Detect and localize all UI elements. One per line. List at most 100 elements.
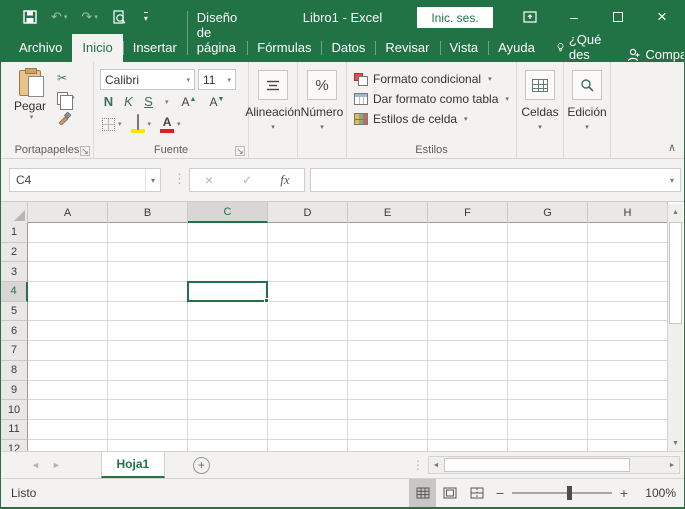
cell-a3[interactable] — [28, 262, 108, 282]
cell-g6[interactable] — [508, 321, 588, 341]
shrink-font-button[interactable]: A▼ — [209, 95, 224, 109]
tab-insertar[interactable]: Insertar — [123, 34, 187, 62]
borders-button[interactable]: ▾ — [102, 118, 122, 131]
cell-a2[interactable] — [28, 243, 108, 263]
collapse-ribbon-button[interactable]: ∧ — [668, 141, 676, 154]
enter-button[interactable]: ✓ — [228, 173, 266, 187]
share-button[interactable]: Compartir — [627, 47, 685, 62]
sheetbar-divider[interactable]: ⋮ — [412, 458, 424, 472]
cell-a4[interactable] — [28, 282, 108, 302]
row-header-2[interactable]: 2 — [1, 243, 28, 263]
cell-e9[interactable] — [348, 381, 428, 401]
cell-c10[interactable] — [188, 400, 268, 420]
normal-view-button[interactable] — [409, 479, 436, 508]
font-size-select[interactable]: 11▾ — [198, 69, 236, 90]
cell-d9[interactable] — [268, 381, 348, 401]
tab-dise-o-de-p-gina[interactable]: Diseño de página — [187, 4, 247, 62]
cell-e7[interactable] — [348, 341, 428, 361]
undo-button[interactable]: ↶▾ — [51, 9, 67, 25]
cell-d7[interactable] — [268, 341, 348, 361]
cell-b8[interactable] — [108, 361, 188, 381]
row-header-5[interactable]: 5 — [1, 302, 28, 322]
column-header-b[interactable]: B — [108, 202, 188, 223]
row-header-12[interactable]: 12 — [1, 440, 28, 451]
cell-c2[interactable] — [188, 243, 268, 263]
formula-bar-divider[interactable]: ⋮ — [173, 171, 186, 187]
insert-function-button[interactable]: fx — [266, 172, 304, 188]
cell-f10[interactable] — [428, 400, 508, 420]
cell-g12[interactable] — [508, 440, 588, 451]
row-header-10[interactable]: 10 — [1, 400, 28, 420]
cell-h7[interactable] — [588, 341, 668, 361]
next-sheet-button[interactable]: ► — [52, 460, 61, 470]
cell-a8[interactable] — [28, 361, 108, 381]
close-button[interactable]: × — [640, 0, 684, 34]
cell-f3[interactable] — [428, 262, 508, 282]
cell-a1[interactable] — [28, 223, 108, 243]
cell-g10[interactable] — [508, 400, 588, 420]
ribbon-display-options-button[interactable] — [508, 0, 552, 34]
cell-e8[interactable] — [348, 361, 428, 381]
customize-qat-button[interactable]: ▾ — [140, 12, 148, 23]
cell-a11[interactable] — [28, 420, 108, 440]
column-header-a[interactable]: A — [28, 202, 108, 223]
row-header-4[interactable]: 4 — [1, 282, 28, 302]
cell-b1[interactable] — [108, 223, 188, 243]
grow-font-button[interactable]: A▲ — [182, 95, 197, 109]
column-header-h[interactable]: H — [588, 202, 668, 223]
selected-cell-outline[interactable] — [187, 281, 268, 302]
cell-d2[interactable] — [268, 243, 348, 263]
horizontal-scrollbar-thumb[interactable] — [444, 458, 630, 472]
expand-formula-bar-icon[interactable]: ▾ — [670, 176, 680, 185]
zoom-slider-thumb[interactable] — [567, 486, 572, 500]
cell-d1[interactable] — [268, 223, 348, 243]
maximize-button[interactable] — [596, 0, 640, 34]
cell-b7[interactable] — [108, 341, 188, 361]
cell-b11[interactable] — [108, 420, 188, 440]
cell-h2[interactable] — [588, 243, 668, 263]
page-break-preview-button[interactable] — [463, 479, 490, 508]
cell-g4[interactable] — [508, 282, 588, 302]
cell-e1[interactable] — [348, 223, 428, 243]
font-dialog-launcher[interactable]: ↘ — [235, 146, 245, 156]
cell-f4[interactable] — [428, 282, 508, 302]
cell-a6[interactable] — [28, 321, 108, 341]
page-layout-view-button[interactable] — [436, 479, 463, 508]
scroll-right-icon[interactable]: ► — [665, 462, 679, 469]
cell-e4[interactable] — [348, 282, 428, 302]
vertical-scrollbar-thumb[interactable] — [669, 222, 682, 324]
italic-button[interactable]: K — [122, 94, 135, 109]
cell-h5[interactable] — [588, 302, 668, 322]
vertical-scrollbar[interactable]: ▲ ▼ — [667, 204, 683, 451]
horizontal-scrollbar[interactable]: ◄ ► — [428, 456, 680, 474]
zoom-level[interactable]: 100% — [634, 486, 676, 500]
editing-button[interactable]: Edición ▾ — [564, 62, 610, 158]
format-as-table-button[interactable]: Dar formato como tabla ▾ — [354, 89, 516, 109]
cell-b5[interactable] — [108, 302, 188, 322]
column-header-c[interactable]: C — [188, 202, 268, 223]
cell-c8[interactable] — [188, 361, 268, 381]
tab-revisar[interactable]: Revisar — [375, 34, 439, 62]
name-box-dropdown-icon[interactable]: ▾ — [145, 169, 160, 191]
grid-body[interactable]: 123456789101112 — [1, 223, 668, 451]
cell-h6[interactable] — [588, 321, 668, 341]
row-header-7[interactable]: 7 — [1, 341, 28, 361]
cell-g7[interactable] — [508, 341, 588, 361]
font-color-button[interactable]: A ▾ — [160, 115, 181, 133]
scroll-down-icon[interactable]: ▼ — [668, 435, 683, 451]
cell-d12[interactable] — [268, 440, 348, 451]
conditional-formatting-button[interactable]: Formato condicional ▾ — [354, 69, 516, 89]
cell-styles-button[interactable]: Estilos de celda ▾ — [354, 109, 516, 129]
cell-h10[interactable] — [588, 400, 668, 420]
cell-e11[interactable] — [348, 420, 428, 440]
cell-f11[interactable] — [428, 420, 508, 440]
zoom-out-button[interactable]: − — [490, 485, 510, 501]
cell-h11[interactable] — [588, 420, 668, 440]
cell-f1[interactable] — [428, 223, 508, 243]
cell-e5[interactable] — [348, 302, 428, 322]
scroll-left-icon[interactable]: ◄ — [429, 462, 443, 469]
tab-inicio[interactable]: Inicio — [72, 34, 122, 62]
cell-f9[interactable] — [428, 381, 508, 401]
cell-b12[interactable] — [108, 440, 188, 451]
row-header-3[interactable]: 3 — [1, 262, 28, 282]
